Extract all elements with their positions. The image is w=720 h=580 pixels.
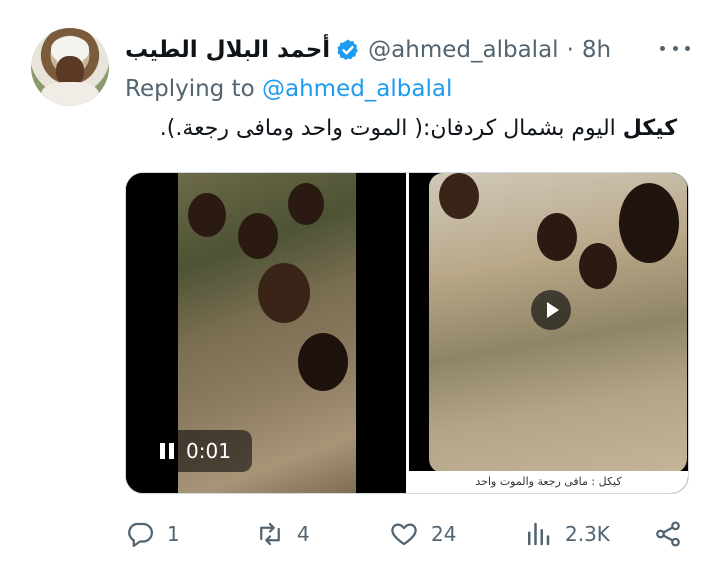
video-2[interactable]: كيكل : مافى رجعة والموت واحد (409, 173, 688, 493)
video-time: 0:01 (186, 439, 231, 463)
pause-icon[interactable] (160, 443, 174, 459)
video-2-caption: كيكل : مافى رجعة والموت واحد (409, 471, 688, 493)
play-icon[interactable] (531, 290, 571, 330)
share-icon (656, 521, 680, 547)
reply-count: 1 (167, 522, 180, 546)
avatar-robe (41, 82, 99, 106)
verified-badge-icon (337, 39, 358, 60)
action-bar: 1 4 24 2.3K (125, 516, 687, 552)
share-button[interactable] (653, 516, 683, 552)
replying-to: Replying to @ahmed_albalal (125, 76, 452, 102)
tweet-time[interactable]: 8h (582, 37, 611, 63)
separator-dot: · (566, 37, 574, 63)
tweet-header: أحمد البلال الطيب @ahmed_albalal · 8h (125, 34, 611, 66)
author-handle[interactable]: @ahmed_albalal (368, 37, 558, 63)
tweet-text-rest: اليوم بشمال كردفان:( الموت واحد ومافى رج… (159, 116, 616, 141)
retweet-count: 4 (297, 522, 310, 546)
retweet-button[interactable]: 4 (255, 516, 310, 552)
video-time-badge[interactable]: 0:01 (146, 430, 252, 472)
views-button[interactable]: 2.3K (523, 516, 610, 552)
more-icon[interactable] (660, 36, 690, 60)
tweet-text-bold: كيكل (622, 116, 677, 141)
like-count: 24 (431, 522, 457, 546)
tweet-text: كيكل اليوم بشمال كردفان:( الموت واحد وما… (125, 116, 677, 141)
views-icon (528, 522, 550, 546)
replying-prefix: Replying to (125, 76, 255, 102)
retweet-icon (260, 522, 280, 546)
author-avatar[interactable] (31, 28, 109, 106)
video-1[interactable]: 0:01 (126, 173, 406, 493)
media-grid: 0:01 كيكل : مافى رجعة والموت واحد (125, 172, 689, 494)
author-name[interactable]: أحمد البلال الطيب (125, 37, 330, 63)
replying-handle-link[interactable]: @ahmed_albalal (262, 76, 452, 102)
reply-button[interactable]: 1 (125, 516, 180, 552)
views-count: 2.3K (565, 522, 610, 546)
like-icon (391, 523, 417, 546)
reply-icon (128, 522, 153, 547)
like-button[interactable]: 24 (389, 516, 456, 552)
